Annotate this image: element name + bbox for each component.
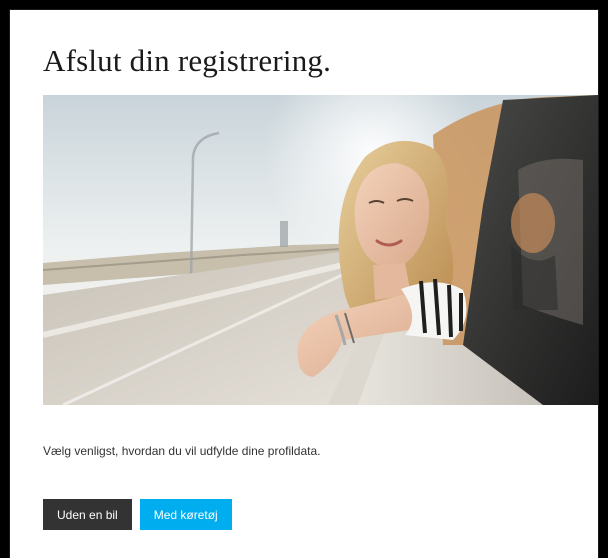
without-car-button[interactable]: Uden en bil — [43, 499, 132, 530]
with-vehicle-button[interactable]: Med køretøj — [139, 499, 232, 530]
page-title: Afslut din registrering. — [43, 43, 332, 78]
action-buttons: Uden en bil Med køretøj — [43, 499, 232, 530]
instruction-text: Vælg venligst, hvordan du vil udfylde di… — [43, 444, 321, 458]
hero-image — [43, 95, 598, 405]
registration-panel: Afslut din registrering. Vælg venligst, … — [10, 10, 598, 558]
